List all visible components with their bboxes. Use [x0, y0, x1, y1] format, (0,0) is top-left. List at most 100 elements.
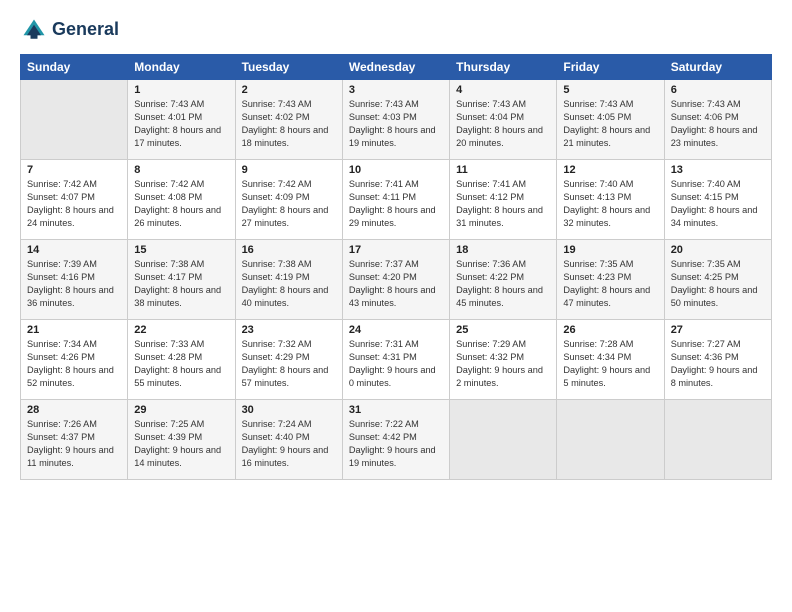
day-cell: 29Sunrise: 7:25 AMSunset: 4:39 PMDayligh…	[128, 400, 235, 480]
day-number: 19	[563, 244, 657, 256]
day-number: 8	[134, 164, 228, 176]
day-number: 15	[134, 244, 228, 256]
day-info: Sunrise: 7:41 AMSunset: 4:12 PMDaylight:…	[456, 178, 550, 230]
day-info: Sunrise: 7:34 AMSunset: 4:26 PMDaylight:…	[27, 338, 121, 390]
day-number: 11	[456, 164, 550, 176]
day-number: 13	[671, 164, 765, 176]
header-row: SundayMondayTuesdayWednesdayThursdayFrid…	[21, 55, 772, 80]
day-info: Sunrise: 7:32 AMSunset: 4:29 PMDaylight:…	[242, 338, 336, 390]
day-number: 12	[563, 164, 657, 176]
day-cell: 11 Sunrise: 7:41 AMSunset: 4:12 PMDayligh…	[450, 160, 557, 240]
day-info: Sunrise: 7:43 AMSunset: 4:02 PMDaylight:…	[242, 98, 336, 150]
day-number: 9	[242, 164, 336, 176]
day-cell: 18 Sunrise: 7:36 AMSunset: 4:22 PMDayligh…	[450, 240, 557, 320]
day-cell: 10 Sunrise: 7:41 AMSunset: 4:11 PMDayligh…	[342, 160, 449, 240]
day-number: 31	[349, 404, 443, 416]
day-number: 14	[27, 244, 121, 256]
day-info: Sunrise: 7:35 AMSunset: 4:23 PMDaylight:…	[563, 258, 657, 310]
day-cell: 16 Sunrise: 7:38 AMSunset: 4:19 PMDayligh…	[235, 240, 342, 320]
header-day-thursday: Thursday	[450, 55, 557, 80]
day-info: Sunrise: 7:27 AMSunset: 4:36 PMDaylight:…	[671, 338, 765, 390]
day-cell: 9 Sunrise: 7:42 AMSunset: 4:09 PMDaylight…	[235, 160, 342, 240]
day-number: 21	[27, 324, 121, 336]
day-cell: 19 Sunrise: 7:35 AMSunset: 4:23 PMDayligh…	[557, 240, 664, 320]
day-cell: 6 Sunrise: 7:43 AMSunset: 4:06 PMDaylight…	[664, 80, 771, 160]
day-info: Sunrise: 7:41 AMSunset: 4:11 PMDaylight:…	[349, 178, 443, 230]
day-info: Sunrise: 7:38 AMSunset: 4:19 PMDaylight:…	[242, 258, 336, 310]
day-info: Sunrise: 7:43 AMSunset: 4:04 PMDaylight:…	[456, 98, 550, 150]
day-number: 25	[456, 324, 550, 336]
day-info: Sunrise: 7:38 AMSunset: 4:17 PMDaylight:…	[134, 258, 228, 310]
day-info: Sunrise: 7:43 AMSunset: 4:03 PMDaylight:…	[349, 98, 443, 150]
day-cell: 3Sunrise: 7:43 AMSunset: 4:03 PMDaylight…	[342, 80, 449, 160]
day-cell	[664, 400, 771, 480]
day-cell: 15 Sunrise: 7:38 AMSunset: 4:17 PMDayligh…	[128, 240, 235, 320]
logo-icon	[20, 16, 48, 44]
day-number: 20	[671, 244, 765, 256]
header-day-friday: Friday	[557, 55, 664, 80]
day-number: 2	[242, 84, 336, 96]
day-number: 10	[349, 164, 443, 176]
day-info: Sunrise: 7:42 AMSunset: 4:08 PMDaylight:…	[134, 178, 228, 230]
day-cell	[450, 400, 557, 480]
header-day-sunday: Sunday	[21, 55, 128, 80]
day-cell	[557, 400, 664, 480]
day-cell: 1 Sunrise: 7:43 AMSunset: 4:01 PMDaylight…	[128, 80, 235, 160]
day-cell: 28Sunrise: 7:26 AMSunset: 4:37 PMDayligh…	[21, 400, 128, 480]
day-cell: 4 Sunrise: 7:43 AMSunset: 4:04 PMDaylight…	[450, 80, 557, 160]
day-cell: 26Sunrise: 7:28 AMSunset: 4:34 PMDayligh…	[557, 320, 664, 400]
day-number: 16	[242, 244, 336, 256]
day-number: 4	[456, 84, 550, 96]
day-number: 22	[134, 324, 228, 336]
day-info: Sunrise: 7:25 AMSunset: 4:39 PMDaylight:…	[134, 418, 228, 470]
day-cell: 8 Sunrise: 7:42 AMSunset: 4:08 PMDaylight…	[128, 160, 235, 240]
day-number: 28	[27, 404, 121, 416]
logo-text: General	[52, 20, 119, 40]
week-row-2: 14Sunrise: 7:39 AMSunset: 4:16 PMDayligh…	[21, 240, 772, 320]
day-info: Sunrise: 7:29 AMSunset: 4:32 PMDaylight:…	[456, 338, 550, 390]
day-info: Sunrise: 7:43 AMSunset: 4:01 PMDaylight:…	[134, 98, 228, 150]
header-day-wednesday: Wednesday	[342, 55, 449, 80]
day-cell: 20 Sunrise: 7:35 AMSunset: 4:25 PMDayligh…	[664, 240, 771, 320]
day-info: Sunrise: 7:36 AMSunset: 4:22 PMDaylight:…	[456, 258, 550, 310]
day-cell: 21 Sunrise: 7:34 AMSunset: 4:26 PMDayligh…	[21, 320, 128, 400]
day-number: 27	[671, 324, 765, 336]
day-info: Sunrise: 7:37 AMSunset: 4:20 PMDaylight:…	[349, 258, 443, 310]
day-number: 17	[349, 244, 443, 256]
day-cell: 25 Sunrise: 7:29 AMSunset: 4:32 PMDayligh…	[450, 320, 557, 400]
day-cell: 12 Sunrise: 7:40 AMSunset: 4:13 PMDayligh…	[557, 160, 664, 240]
day-number: 1	[134, 84, 228, 96]
day-info: Sunrise: 7:43 AMSunset: 4:05 PMDaylight:…	[563, 98, 657, 150]
day-info: Sunrise: 7:42 AMSunset: 4:07 PMDaylight:…	[27, 178, 121, 230]
day-number: 6	[671, 84, 765, 96]
header: General	[20, 16, 772, 44]
day-cell: 14Sunrise: 7:39 AMSunset: 4:16 PMDayligh…	[21, 240, 128, 320]
day-number: 26	[563, 324, 657, 336]
day-cell: 30Sunrise: 7:24 AMSunset: 4:40 PMDayligh…	[235, 400, 342, 480]
day-info: Sunrise: 7:42 AMSunset: 4:09 PMDaylight:…	[242, 178, 336, 230]
day-number: 30	[242, 404, 336, 416]
logo: General	[20, 16, 119, 44]
day-number: 24	[349, 324, 443, 336]
day-number: 18	[456, 244, 550, 256]
day-cell: 7Sunrise: 7:42 AMSunset: 4:07 PMDaylight…	[21, 160, 128, 240]
day-info: Sunrise: 7:40 AMSunset: 4:15 PMDaylight:…	[671, 178, 765, 230]
day-info: Sunrise: 7:43 AMSunset: 4:06 PMDaylight:…	[671, 98, 765, 150]
calendar-page: General SundayMondayTuesdayWednesdayThur…	[0, 0, 792, 612]
day-info: Sunrise: 7:35 AMSunset: 4:25 PMDaylight:…	[671, 258, 765, 310]
week-row-0: 1 Sunrise: 7:43 AMSunset: 4:01 PMDaylight…	[21, 80, 772, 160]
day-cell: 31 Sunrise: 7:22 AMSunset: 4:42 PMDayligh…	[342, 400, 449, 480]
day-cell: 13 Sunrise: 7:40 AMSunset: 4:15 PMDayligh…	[664, 160, 771, 240]
week-row-4: 28Sunrise: 7:26 AMSunset: 4:37 PMDayligh…	[21, 400, 772, 480]
day-info: Sunrise: 7:22 AMSunset: 4:42 PMDaylight:…	[349, 418, 443, 470]
header-day-monday: Monday	[128, 55, 235, 80]
day-info: Sunrise: 7:40 AMSunset: 4:13 PMDaylight:…	[563, 178, 657, 230]
day-cell: 23Sunrise: 7:32 AMSunset: 4:29 PMDayligh…	[235, 320, 342, 400]
day-info: Sunrise: 7:33 AMSunset: 4:28 PMDaylight:…	[134, 338, 228, 390]
day-cell: 2 Sunrise: 7:43 AMSunset: 4:02 PMDaylight…	[235, 80, 342, 160]
calendar-table: SundayMondayTuesdayWednesdayThursdayFrid…	[20, 54, 772, 480]
week-row-3: 21 Sunrise: 7:34 AMSunset: 4:26 PMDayligh…	[21, 320, 772, 400]
week-row-1: 7Sunrise: 7:42 AMSunset: 4:07 PMDaylight…	[21, 160, 772, 240]
day-cell: 27 Sunrise: 7:27 AMSunset: 4:36 PMDayligh…	[664, 320, 771, 400]
day-cell: 22 Sunrise: 7:33 AMSunset: 4:28 PMDayligh…	[128, 320, 235, 400]
